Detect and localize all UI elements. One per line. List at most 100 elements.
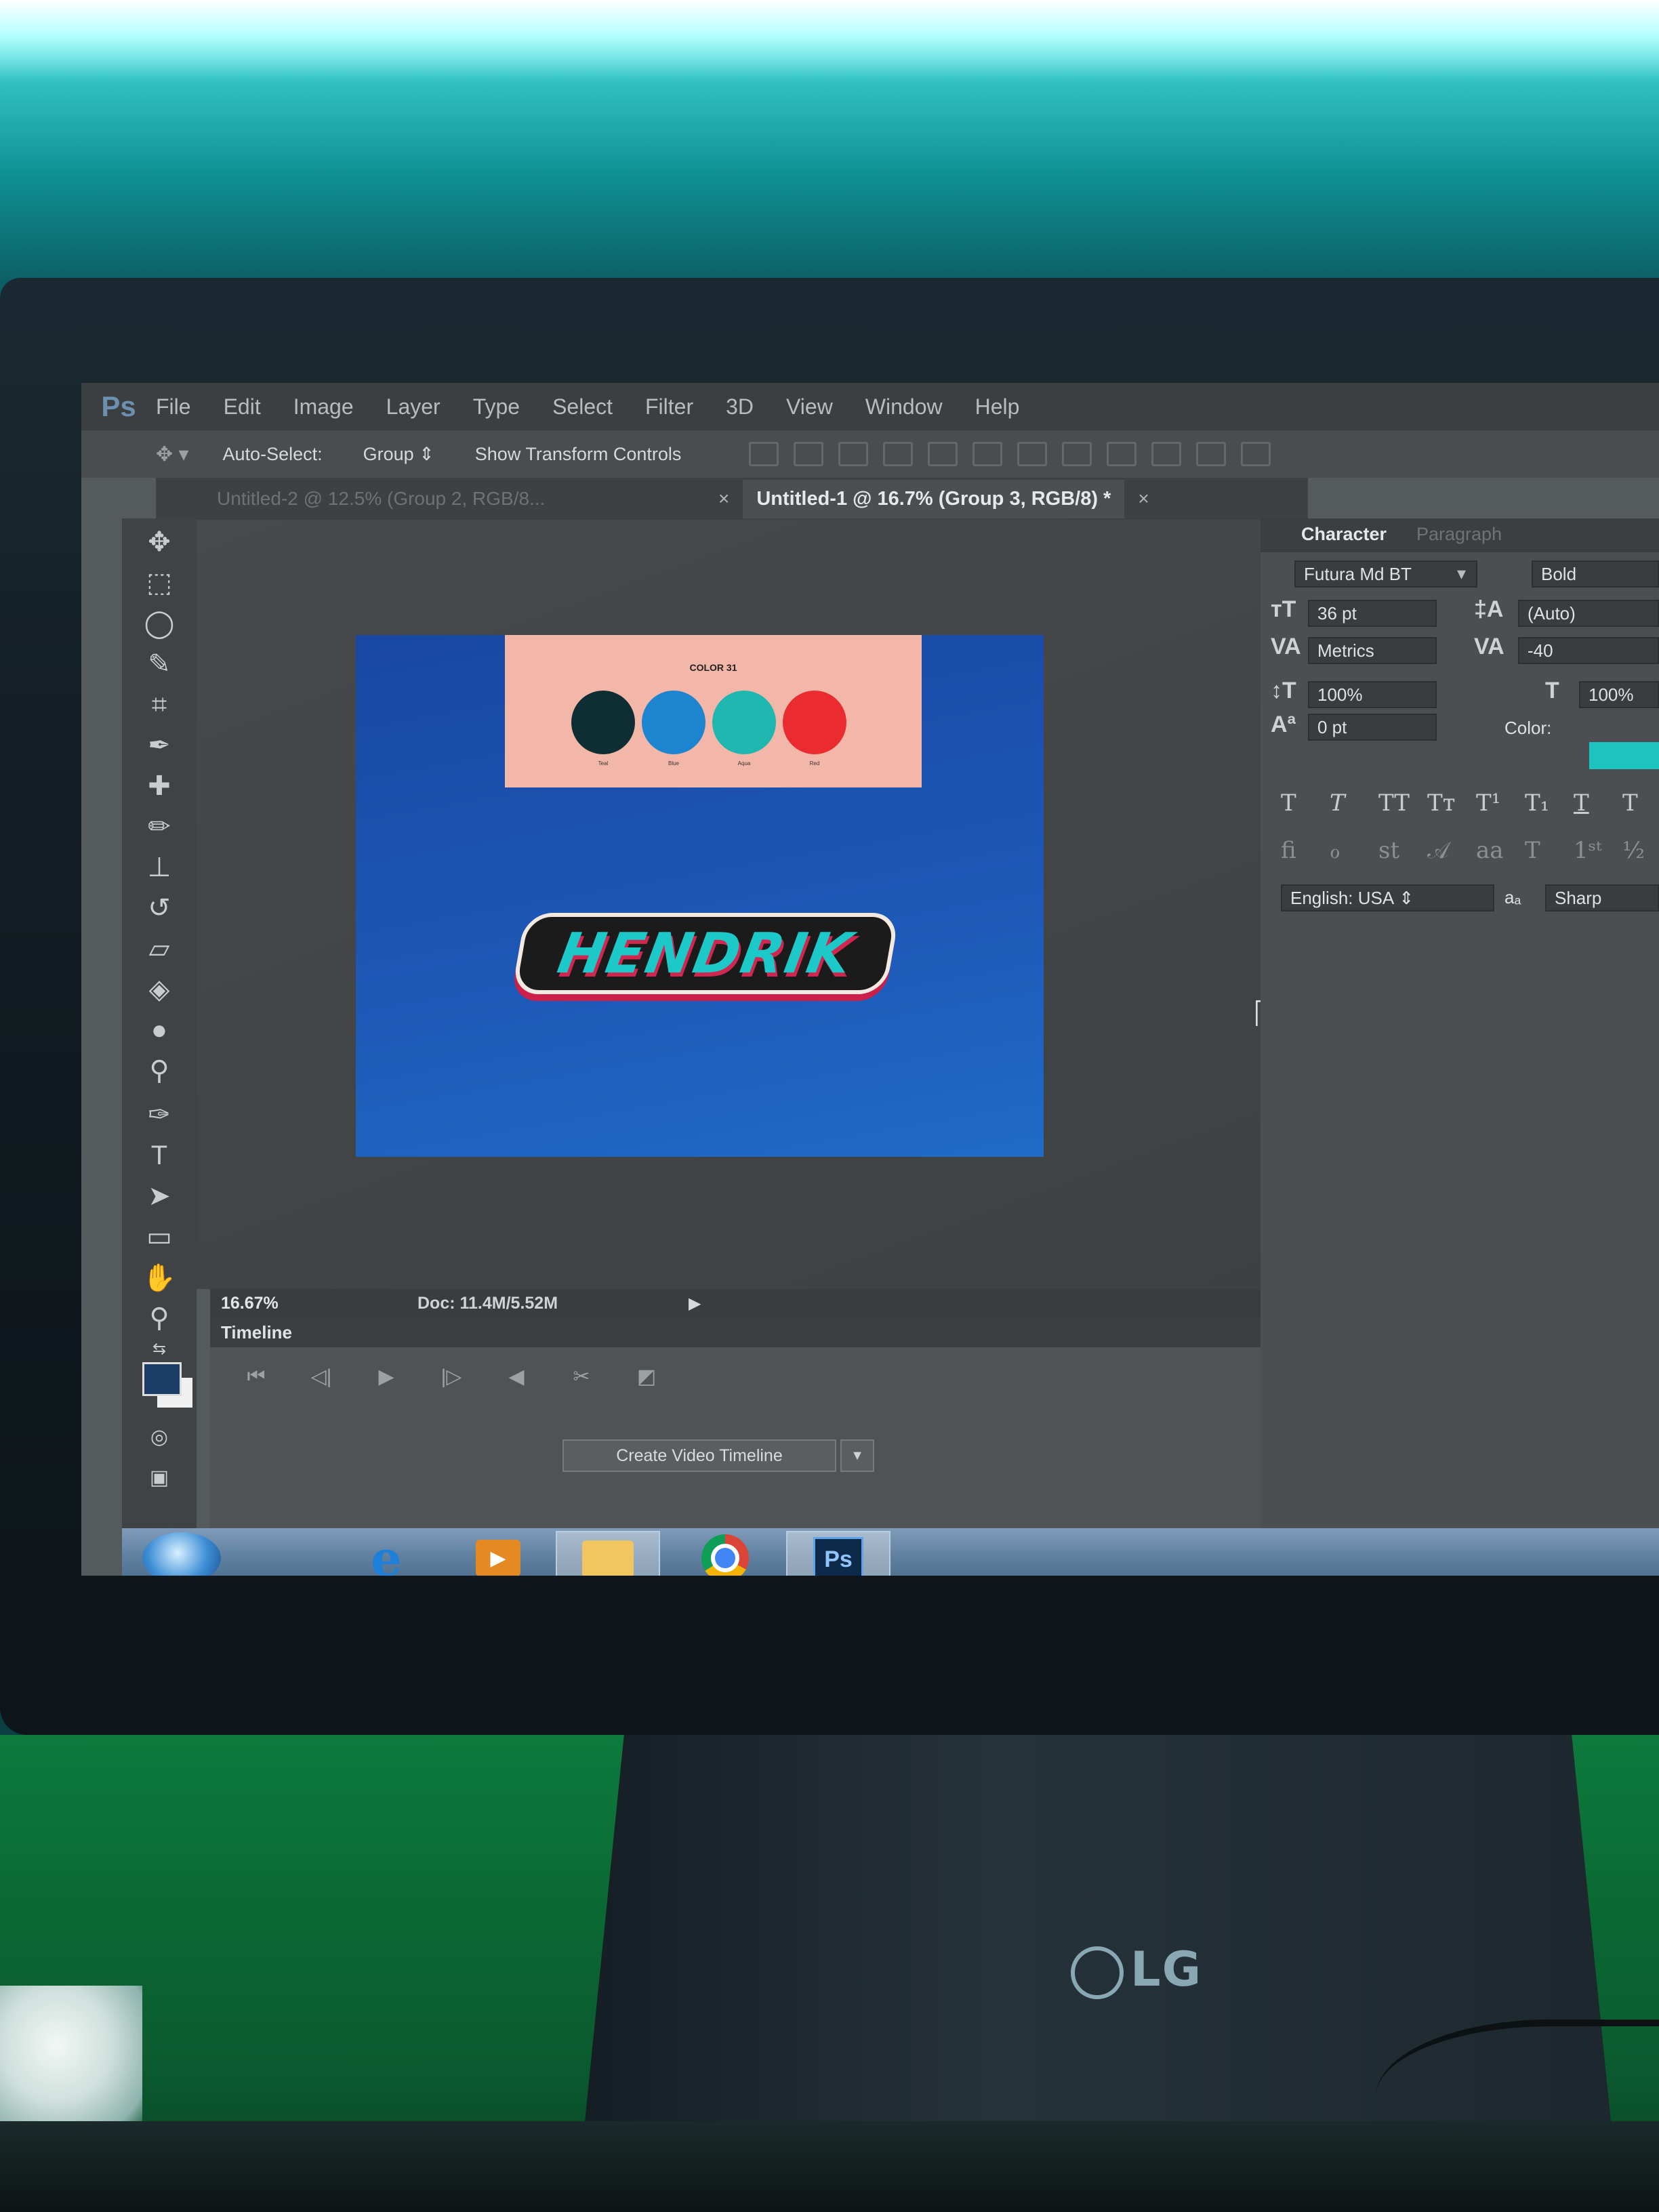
timeline-title[interactable]: Timeline [221, 1322, 292, 1343]
photoshop-taskbar-button[interactable]: Ps [786, 1531, 890, 1576]
distribute-icon[interactable] [1241, 442, 1271, 466]
dodge-tool-icon[interactable]: ⚲ [136, 1054, 183, 1088]
menu-select[interactable]: Select [552, 394, 613, 419]
menu-help[interactable]: Help [975, 394, 1020, 419]
ordinal-icon[interactable]: 1ˢᵗ [1574, 837, 1622, 864]
history-brush-icon[interactable]: ↺ [136, 891, 183, 925]
tracking-field[interactable]: -40 [1518, 637, 1659, 664]
distribute-icon[interactable] [1107, 442, 1137, 466]
crop-tool-icon[interactable]: ⌗ [136, 688, 183, 722]
stamp-tool-icon[interactable]: ⊥ [136, 851, 183, 884]
audio-icon[interactable]: ◀ [484, 1365, 549, 1389]
swash-icon[interactable]: 𝒜 [1427, 837, 1476, 864]
faux-italic-icon[interactable]: T [1330, 790, 1378, 817]
quick-select-tool-icon[interactable]: ✎ [136, 647, 183, 681]
next-frame-icon[interactable]: |▷ [419, 1365, 484, 1389]
font-size-field[interactable]: 36 pt [1308, 600, 1437, 627]
healing-tool-icon[interactable]: ✚ [136, 769, 183, 803]
strikethrough-icon[interactable]: T [1622, 790, 1659, 817]
distribute-icon[interactable] [1196, 442, 1227, 466]
pen-tool-icon[interactable]: ✑ [136, 1098, 183, 1132]
create-video-timeline-button[interactable]: Create Video Timeline [562, 1439, 836, 1472]
eyedropper-tool-icon[interactable]: ✒ [136, 729, 183, 762]
horizontal-scale-field[interactable]: 100% [1579, 681, 1659, 708]
language-select[interactable]: English: USA ⇕ [1281, 884, 1494, 912]
menu-image[interactable]: Image [293, 394, 354, 419]
superscript-icon[interactable]: T¹ [1476, 790, 1525, 817]
ligature-icon[interactable]: fi [1281, 837, 1330, 864]
close-icon[interactable]: × [1138, 488, 1149, 510]
zoom-level[interactable]: 16.67% [210, 1294, 329, 1313]
blur-tool-icon[interactable]: ● [136, 1013, 183, 1047]
align-icon[interactable] [883, 442, 914, 466]
menu-window[interactable]: Window [865, 394, 943, 419]
menu-layer[interactable]: Layer [386, 394, 441, 419]
auto-select-dropdown[interactable]: Group ⇕ [363, 444, 434, 465]
transition-icon[interactable]: ◩ [614, 1365, 679, 1389]
move-tool-icon[interactable]: ✥ [136, 525, 183, 559]
chrome-icon[interactable] [674, 1531, 776, 1576]
tab-paragraph[interactable]: Paragraph [1416, 524, 1502, 545]
all-caps-icon[interactable]: TT [1378, 790, 1427, 817]
baseline-shift-field[interactable]: 0 pt [1308, 714, 1437, 741]
font-style-select[interactable]: Bold [1532, 560, 1659, 588]
swap-colors-icon[interactable]: ⇆ [136, 1332, 183, 1366]
internet-explorer-icon[interactable]: e [335, 1530, 437, 1576]
first-frame-icon[interactable]: ⏮ [224, 1365, 289, 1389]
menu-view[interactable]: View [786, 394, 833, 419]
menu-file[interactable]: File [156, 394, 191, 419]
faux-bold-icon[interactable]: T [1281, 790, 1330, 817]
show-transform-checkbox[interactable]: Show Transform Controls [475, 444, 682, 465]
fraction-icon[interactable]: ½ [1622, 837, 1659, 864]
tab-character[interactable]: Character [1301, 524, 1387, 545]
marquee-tool-icon[interactable]: ⬚ [136, 566, 183, 600]
foreground-color-swatch[interactable] [142, 1362, 182, 1396]
chevron-down-icon[interactable]: ▾ [1457, 563, 1466, 584]
tab-untitled-2[interactable]: Untitled-2 @ 12.5% (Group 2, RGB/8... [156, 488, 705, 510]
menu-type[interactable]: Type [473, 394, 520, 419]
split-scissors-icon[interactable]: ✂ [549, 1365, 614, 1389]
leading-field[interactable]: (Auto) [1518, 600, 1659, 627]
distribute-icon[interactable] [1151, 442, 1182, 466]
align-icon[interactable] [794, 442, 824, 466]
play-icon[interactable]: ▶ [354, 1365, 419, 1389]
distribute-icon[interactable] [1062, 442, 1092, 466]
auto-select-checkbox[interactable]: Auto-Select: [223, 444, 323, 465]
align-icon[interactable] [749, 442, 779, 466]
eraser-tool-icon[interactable]: ▱ [136, 932, 183, 966]
kerning-field[interactable]: Metrics [1308, 637, 1437, 664]
type-tool-icon[interactable]: T [136, 1139, 183, 1172]
text-color-swatch[interactable] [1589, 742, 1659, 769]
discretionary-ligature-icon[interactable]: st [1378, 837, 1427, 864]
align-icon[interactable] [972, 442, 1003, 466]
media-player-icon[interactable]: ▶ [447, 1531, 549, 1576]
align-icon[interactable] [838, 442, 869, 466]
distribute-icon[interactable] [1017, 442, 1048, 466]
subscript-icon[interactable]: T₁ [1525, 790, 1574, 817]
rectangle-tool-icon[interactable]: ▭ [136, 1220, 183, 1254]
file-explorer-icon[interactable] [556, 1531, 660, 1576]
path-select-icon[interactable]: ➤ [136, 1179, 183, 1213]
move-tool-preset-icon[interactable]: ✥ ▾ [156, 443, 189, 466]
menu-3d[interactable]: 3D [726, 394, 754, 419]
titling-icon[interactable]: T [1525, 837, 1574, 864]
brush-tool-icon[interactable]: ✏ [136, 810, 183, 844]
start-button-icon[interactable] [142, 1532, 221, 1576]
menu-edit[interactable]: Edit [224, 394, 261, 419]
menu-filter[interactable]: Filter [645, 394, 693, 419]
underline-icon[interactable]: T [1574, 790, 1622, 817]
lasso-tool-icon[interactable]: ◯ [136, 607, 183, 640]
hand-tool-icon[interactable]: ✋ [136, 1261, 183, 1294]
old-style-icon[interactable]: ℴ [1330, 837, 1378, 864]
zoom-tool-icon[interactable]: ⚲ [136, 1301, 183, 1335]
antialias-select[interactable]: Sharp [1545, 884, 1659, 912]
align-icon[interactable] [928, 442, 958, 466]
status-menu-arrow-icon[interactable]: ▶ [689, 1294, 701, 1313]
chevron-down-icon[interactable]: ▼ [840, 1439, 874, 1472]
paint-bucket-icon[interactable]: ◈ [136, 972, 183, 1006]
tab-untitled-1[interactable]: Untitled-1 @ 16.7% (Group 3, RGB/8) * [743, 479, 1125, 518]
close-icon[interactable]: × [718, 488, 729, 510]
document-canvas[interactable]: COLOR 31 Teal Blue Aqua Red HENDRIK [356, 635, 1044, 1157]
stylistic-alt-icon[interactable]: aa [1476, 837, 1525, 864]
font-family-select[interactable]: Futura Md BT [1294, 560, 1477, 588]
